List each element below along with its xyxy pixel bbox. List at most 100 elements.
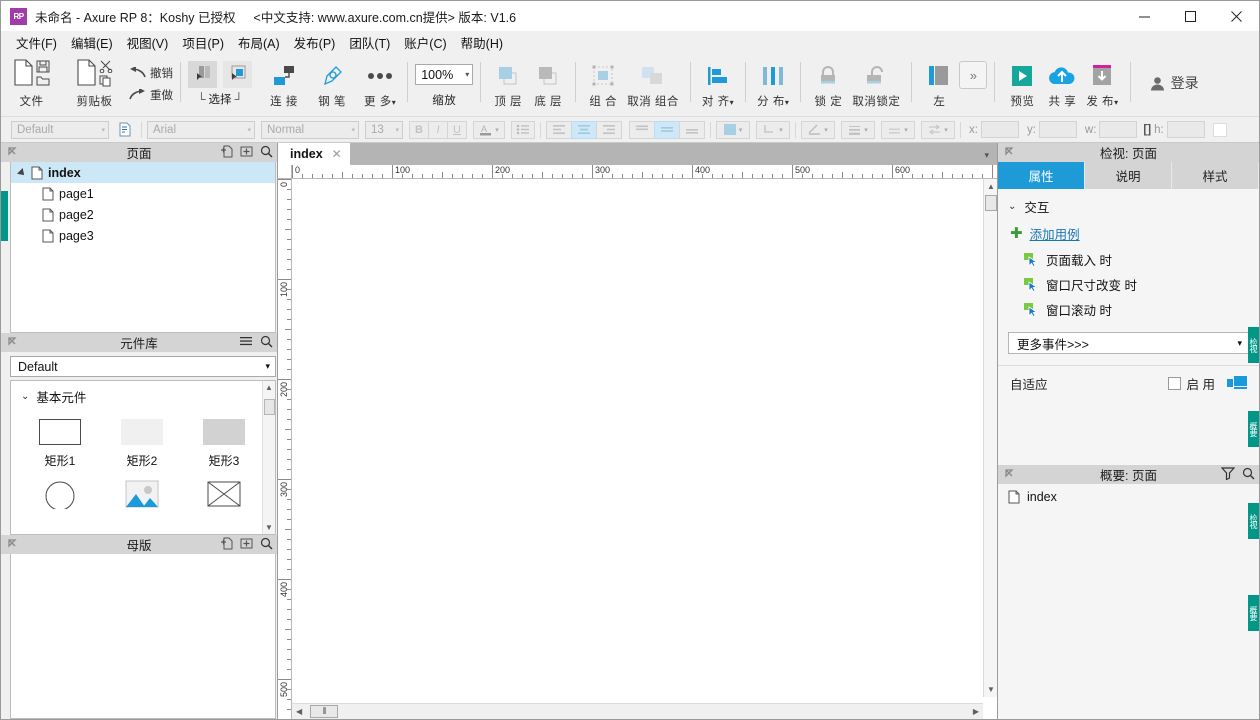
chevron-down-icon[interactable]: ▾ xyxy=(984,150,989,161)
outline-item-index[interactable]: index xyxy=(998,484,1259,504)
filter-icon[interactable] xyxy=(1220,466,1236,483)
design-canvas[interactable] xyxy=(292,179,997,719)
close-icon[interactable]: ✕ xyxy=(332,147,342,161)
more-tools-button[interactable]: 更 多▾ xyxy=(360,57,400,109)
line-style-button[interactable]: ▾ xyxy=(881,120,915,139)
add-folder-icon[interactable] xyxy=(240,145,253,161)
hamburger-icon[interactable] xyxy=(239,335,253,350)
menu-view[interactable]: 视图(V) xyxy=(120,30,176,55)
h-input[interactable] xyxy=(1166,121,1205,138)
search-icon[interactable] xyxy=(260,537,273,553)
inspector-collapse-icon[interactable] xyxy=(1004,146,1015,160)
align-middle-button[interactable] xyxy=(654,120,680,139)
arrow-style-button[interactable]: ▾ xyxy=(921,120,955,139)
redo-button[interactable]: 重做 xyxy=(129,87,173,103)
shadow-button[interactable]: ▾ xyxy=(756,120,790,139)
underline-button[interactable]: U xyxy=(447,120,467,139)
canvas-vertical-scrollbar[interactable]: ▲ ▼ xyxy=(983,179,997,697)
line-color-button[interactable]: ▾ xyxy=(801,120,835,139)
scroll-up-arrow-icon[interactable]: ▲ xyxy=(265,381,273,394)
distribute-caret-icon[interactable]: ▾ xyxy=(785,98,790,107)
pages-tree[interactable]: index page1 page2 page3 xyxy=(10,162,276,333)
expand-triangle-icon[interactable] xyxy=(17,167,27,178)
menu-account[interactable]: 账户(C) xyxy=(397,30,453,55)
line-width-button[interactable]: ▾ xyxy=(841,120,875,139)
horizontal-ruler[interactable]: 0 100 200 300 400 500 600 xyxy=(292,165,997,179)
tab-properties[interactable]: 属性 xyxy=(998,162,1085,189)
page-tree-item-page3[interactable]: page3 xyxy=(11,225,275,246)
align-center-button[interactable] xyxy=(571,120,597,139)
menu-help[interactable]: 帮助(H) xyxy=(454,30,510,55)
more-events-select[interactable]: 更多事件>>> ▾ xyxy=(1008,332,1249,354)
file-group-button[interactable]: 文件 xyxy=(9,57,54,109)
close-button[interactable] xyxy=(1213,1,1259,31)
edge-tab-outline-2[interactable]: 概要 xyxy=(1248,595,1259,631)
publish-caret-icon[interactable]: ▾ xyxy=(1114,98,1119,107)
font-size-select[interactable]: 13 ▾ xyxy=(365,120,403,139)
library-item-circle[interactable] xyxy=(19,476,101,512)
masters-collapse-icon[interactable] xyxy=(7,538,18,552)
library-select[interactable]: Default ▾ xyxy=(10,356,276,377)
minimize-button[interactable] xyxy=(1121,1,1167,31)
menu-edit[interactable]: 编辑(E) xyxy=(64,30,120,55)
scroll-up-arrow-icon[interactable]: ▲ xyxy=(987,182,995,191)
event-row-page-load[interactable]: 页面载入 时 xyxy=(998,247,1259,272)
interactions-section-header[interactable]: ⌄ 交互 xyxy=(998,189,1259,220)
edge-tab-inspector-1[interactable]: 检视 xyxy=(1248,327,1259,363)
bullet-list-button[interactable] xyxy=(511,120,535,139)
event-row-window-resize[interactable]: 窗口尺寸改变 时 xyxy=(998,272,1259,297)
scroll-down-arrow-icon[interactable]: ▼ xyxy=(265,521,273,534)
library-section-basic[interactable]: ⌄ 基本元件 xyxy=(11,381,275,408)
library-item-rect3[interactable]: 矩形3 xyxy=(183,414,265,469)
w-input[interactable] xyxy=(1099,121,1138,138)
tab-notes[interactable]: 说明 xyxy=(1085,162,1172,189)
tab-style[interactable]: 样式 xyxy=(1172,162,1259,189)
ungroup-button[interactable]: 取消 组合 xyxy=(623,57,683,109)
align-bottom-button[interactable] xyxy=(679,120,705,139)
x-input[interactable] xyxy=(980,121,1019,138)
select-contained-tool[interactable] xyxy=(223,60,252,88)
select-rect-tool[interactable] xyxy=(188,60,217,88)
menu-project[interactable]: 项目(P) xyxy=(175,30,231,55)
event-row-window-scroll[interactable]: 窗口滚动 时 xyxy=(998,297,1259,322)
rotation-button[interactable] xyxy=(1212,122,1227,137)
share-button[interactable]: 共 享 xyxy=(1042,57,1082,109)
undo-button[interactable]: 撤销 xyxy=(129,65,173,81)
page-tree-item-index[interactable]: index xyxy=(11,162,275,183)
masters-tree[interactable] xyxy=(10,554,276,719)
pages-collapse-icon[interactable] xyxy=(7,146,18,160)
send-back-button[interactable]: 底 层 xyxy=(528,57,568,109)
add-page-icon[interactable] xyxy=(220,145,233,161)
scroll-thumb[interactable] xyxy=(264,399,275,415)
page-tree-item-page2[interactable]: page2 xyxy=(11,204,275,225)
search-icon[interactable] xyxy=(260,335,273,351)
scroll-thumb-vertical[interactable] xyxy=(985,195,997,211)
connect-tool-button[interactable]: 连 接 xyxy=(264,57,304,109)
menu-publish[interactable]: 发布(P) xyxy=(287,30,343,55)
scroll-down-arrow-icon[interactable]: ▼ xyxy=(987,685,995,694)
scroll-thumb-horizontal[interactable]: ⦀ xyxy=(310,705,338,718)
align-button[interactable]: 对 齐▾ xyxy=(698,57,738,109)
zoom-caret-icon[interactable]: ▾ xyxy=(465,70,469,79)
library-item-image[interactable] xyxy=(101,476,183,512)
edge-tab-inspector-2[interactable]: 检视 xyxy=(1248,503,1259,539)
vertical-ruler[interactable]: 0 100 200 300 400 500 xyxy=(278,179,292,719)
style-editor-button[interactable] xyxy=(114,121,136,139)
distribute-button[interactable]: 分 布▾ xyxy=(753,57,793,109)
group-button[interactable]: 组 合 xyxy=(583,57,623,109)
italic-button[interactable]: I xyxy=(428,120,448,139)
search-icon[interactable] xyxy=(1242,467,1255,483)
library-collapse-icon[interactable] xyxy=(7,336,18,350)
scroll-right-arrow-icon[interactable]: ▶ xyxy=(973,707,979,716)
canvas-horizontal-scrollbar[interactable]: ◀ ⦀ ▶ xyxy=(292,703,983,719)
ruler-corner[interactable] xyxy=(278,165,292,179)
fill-color-button[interactable]: ▾ xyxy=(716,120,750,139)
canvas-tab-index[interactable]: index ✕ xyxy=(278,143,350,165)
bold-button[interactable]: B xyxy=(409,120,429,139)
search-icon[interactable] xyxy=(260,145,273,161)
style-select[interactable]: Default ▾ xyxy=(11,120,109,139)
bring-front-button[interactable]: 顶 层 xyxy=(488,57,528,109)
library-item-placeholder[interactable] xyxy=(183,476,265,512)
menu-layout[interactable]: 布局(A) xyxy=(231,30,287,55)
library-item-rect1[interactable]: 矩形1 xyxy=(19,414,101,469)
